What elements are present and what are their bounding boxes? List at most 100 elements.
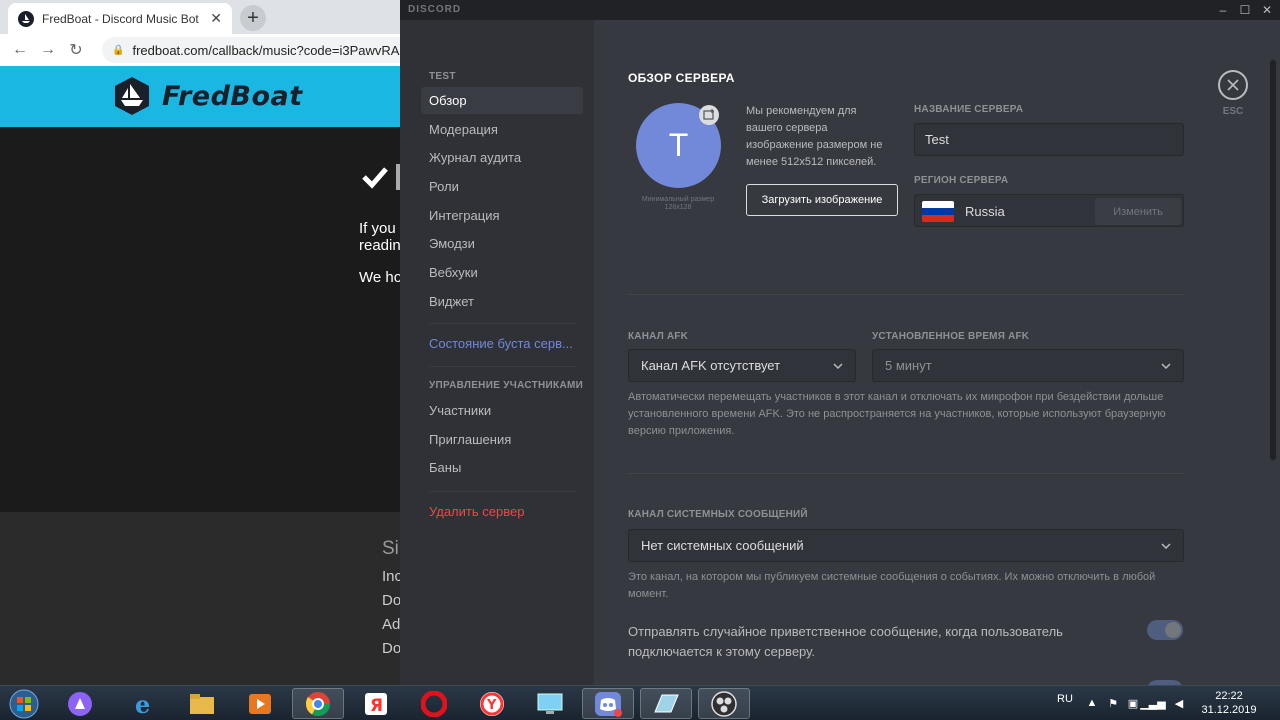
sidebar-item-invites[interactable]: Приглашения	[421, 426, 583, 453]
media-player-icon[interactable]	[234, 688, 286, 719]
yandex-browser-icon[interactable]: Y	[466, 688, 518, 719]
yandex-search-icon[interactable]: Я	[350, 688, 402, 719]
sidebar-item-bans[interactable]: Баны	[421, 454, 583, 481]
close-settings-button[interactable]	[1218, 70, 1248, 100]
browser-tab-title: FredBoat - Discord Music Bot	[42, 11, 199, 26]
server-region-label: РЕГИОН СЕРВЕРА	[914, 175, 1009, 186]
section-divider	[628, 294, 1184, 295]
start-orb-icon[interactable]	[4, 687, 44, 720]
opera-icon[interactable]	[408, 688, 460, 719]
chevron-down-icon	[1161, 362, 1171, 369]
svg-text:e: e	[135, 691, 150, 717]
close-icon	[1227, 79, 1239, 91]
server-name-input[interactable]: Test	[914, 123, 1184, 156]
add-image-icon[interactable]	[699, 105, 719, 125]
sidebar-item-webhooks[interactable]: Вебхуки	[421, 259, 583, 286]
windows-taskbar: e Я Y RU ▲ ⚑ ▣ ▁▃▅ ◀ 22:22 31.12.2019	[0, 685, 1280, 720]
lock-icon: 🔒	[112, 44, 125, 56]
sidebar-item-integrations[interactable]: Интеграция	[421, 202, 583, 229]
sidebar-item-moderation[interactable]: Модерация	[421, 116, 583, 143]
close-window-icon[interactable]: ✕	[1256, 1, 1278, 19]
input-language-indicator[interactable]: RU	[1057, 693, 1073, 705]
sidebar-server-heading: TEST	[429, 71, 456, 82]
file-explorer-icon[interactable]	[176, 688, 228, 719]
upload-image-button[interactable]: Загрузить изображение	[746, 184, 898, 216]
welcome-message-toggle-label: Отправлять случайное приветственное сооб…	[628, 624, 1063, 659]
fredboat-body: If you readin We ho	[0, 127, 403, 512]
chevron-down-icon	[833, 362, 843, 369]
action-center-flag-icon[interactable]: ⚑	[1106, 696, 1120, 710]
scrollbar-track[interactable]	[1270, 60, 1276, 460]
afk-timeout-select[interactable]: 5 минут	[872, 349, 1184, 382]
afk-timeout-value: 5 минут	[885, 358, 932, 373]
network-signal-icon[interactable]: ▁▃▅	[1140, 696, 1165, 710]
address-bar[interactable]: 🔒 fredboat.com/callback/music?code=i3Paw…	[102, 37, 422, 63]
russia-flag-icon	[922, 201, 954, 222]
fredboat-logo[interactable]: FredBoat	[112, 76, 303, 116]
system-channel-label: КАНАЛ СИСТЕМНЫХ СООБЩЕНИЙ	[628, 509, 808, 520]
internet-explorer-icon[interactable]: e	[118, 688, 170, 719]
footer-link[interactable]: Ad	[382, 616, 400, 633]
obs-icon[interactable]	[698, 688, 750, 719]
tray-expand-icon[interactable]: ▲	[1085, 696, 1099, 710]
sidebar-item-audit-log[interactable]: Журнал аудита	[421, 144, 583, 171]
body-text-line: readin	[359, 237, 401, 254]
server-overview-panel: ОБЗОР СЕРВЕРА T Минимальный размер 128x1…	[594, 20, 1280, 685]
afk-description: Автоматически перемещать участников в эт…	[628, 391, 1166, 437]
maximize-icon[interactable]: ☐	[1234, 1, 1256, 19]
forward-arrow-icon[interactable]: →	[34, 36, 62, 64]
welcome-message-toggle[interactable]	[1147, 620, 1183, 640]
discord-icon[interactable]	[582, 688, 634, 719]
browser-tab[interactable]: FredBoat - Discord Music Bot ✕	[8, 3, 232, 34]
scrollbar-thumb[interactable]	[1270, 60, 1276, 460]
server-name-value: Test	[925, 132, 949, 147]
fredboat-favicon-icon	[18, 10, 34, 27]
sidebar-item-widget[interactable]: Виджет	[421, 288, 583, 315]
afk-channel-label: КАНАЛ AFK	[628, 331, 689, 342]
upload-hint: Мы рекомендуем для вашего сервера изобра…	[746, 105, 883, 168]
fredboat-header: FredBoat	[0, 66, 400, 127]
minimize-icon[interactable]: –	[1212, 1, 1234, 19]
system-channel-value: Нет системных сообщений	[641, 538, 804, 553]
footer-link[interactable]: Inc	[382, 568, 402, 585]
body-text-line: We ho	[359, 269, 403, 286]
sidebar-item-roles[interactable]: Роли	[421, 173, 583, 200]
sidebar-item-overview[interactable]: Обзор	[421, 87, 583, 114]
footer-link[interactable]: Do	[382, 592, 401, 609]
computer-icon[interactable]	[524, 688, 576, 719]
taskbar-clock[interactable]: 22:22 31.12.2019	[1196, 689, 1262, 717]
footer-link[interactable]: Do	[382, 640, 401, 657]
afk-channel-select[interactable]: Канал AFK отсутствует	[628, 349, 856, 382]
discord-brand: DISCORD	[408, 4, 462, 15]
alice-assistant-icon[interactable]	[54, 688, 106, 719]
close-tab-icon[interactable]: ✕	[210, 10, 222, 27]
settings-sidebar: TEST Обзор Модерация Журнал аудита Роли …	[400, 20, 594, 685]
sidebar-divider	[429, 491, 577, 492]
sidebar-item-delete-server[interactable]: Удалить сервер	[421, 498, 583, 525]
avatar-letter: T	[668, 127, 689, 163]
afk-timeout-label: УСТАНОВЛЕННОЕ ВРЕМЯ AFK	[872, 331, 1030, 342]
sidebar-divider	[429, 366, 577, 367]
esc-label: ESC	[1222, 106, 1244, 117]
fredboat-logo-text: FredBoat	[162, 80, 303, 112]
svg-text:Y: Y	[486, 698, 497, 713]
clock-date: 31.12.2019	[1201, 704, 1257, 716]
change-region-button[interactable]: Изменить	[1095, 198, 1181, 225]
reload-icon[interactable]: ↻	[62, 36, 90, 64]
volume-icon[interactable]: ◀	[1172, 696, 1186, 710]
chrome-icon[interactable]	[292, 688, 344, 719]
afk-channel-value: Канал AFK отсутствует	[641, 358, 781, 373]
sidebar-item-members[interactable]: Участники	[421, 397, 583, 424]
svg-text:Я: Я	[370, 696, 383, 716]
back-arrow-icon[interactable]: ←	[6, 36, 34, 64]
system-channel-select[interactable]: Нет системных сообщений	[628, 529, 1184, 562]
sidebar-divider	[429, 323, 577, 324]
tray-app-icon[interactable]: ▣	[1126, 696, 1140, 710]
checkmark-icon	[362, 167, 388, 189]
sidebar-item-emoji[interactable]: Эмодзи	[421, 230, 583, 257]
server-region-value: Russia	[965, 204, 1005, 219]
chevron-down-icon	[1161, 542, 1171, 549]
sidebar-item-boost-status[interactable]: Состояние буста серв...	[421, 330, 583, 357]
new-tab-button[interactable]: +	[240, 5, 266, 31]
notepad-icon[interactable]	[640, 688, 692, 719]
